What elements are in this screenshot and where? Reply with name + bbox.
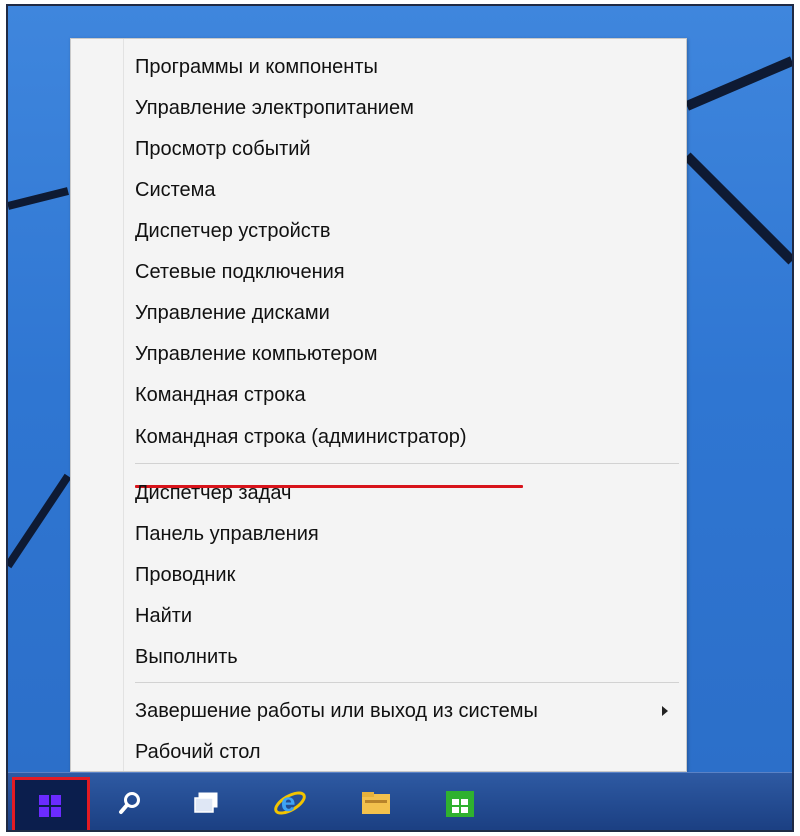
menu-separator [135, 463, 679, 464]
windows-logo-icon [39, 795, 61, 817]
menu-item-search[interactable]: Найти [71, 596, 686, 636]
menu-item-task-manager[interactable]: Диспетчер задач [71, 473, 686, 513]
file-explorer-icon-glyph [362, 792, 390, 814]
menu-item-desktop[interactable]: Рабочий стол [71, 732, 686, 772]
search-icon-glyph [119, 792, 140, 814]
menu-item-power-options[interactable]: Управление электропитанием [71, 88, 686, 128]
menu-item-control-panel[interactable]: Панель управления [71, 514, 686, 554]
context-menu-winx: Программы и компоненты Управление электр… [70, 38, 687, 772]
menu-item-network-connections[interactable]: Сетевые подключения [71, 252, 686, 292]
search-icon[interactable] [110, 783, 150, 823]
internet-explorer-icon[interactable]: e [270, 783, 310, 823]
menu-item-command-prompt-admin[interactable]: Командная строка (администратор) [71, 417, 686, 457]
task-view-icon-glyph [194, 792, 218, 813]
menu-item-event-viewer[interactable]: Просмотр событий [71, 129, 686, 169]
menu-item-run[interactable]: Выполнить [71, 637, 686, 677]
internet-explorer-icon-glyph: e [274, 787, 306, 817]
taskbar: e [8, 772, 792, 830]
start-button[interactable] [12, 777, 90, 830]
menu-item-system[interactable]: Система [71, 170, 686, 210]
store-icon-glyph [446, 791, 474, 817]
submenu-arrow-icon [662, 706, 668, 716]
svg-text:e: e [281, 787, 295, 817]
menu-item-file-explorer[interactable]: Проводник [71, 555, 686, 595]
menu-separator [135, 682, 679, 683]
menu-item-label: Завершение работы или выход из системы [135, 700, 538, 722]
screenshot-frame: Программы и компоненты Управление электр… [6, 4, 794, 832]
menu-item-command-prompt[interactable]: Командная строка [71, 375, 686, 415]
file-explorer-icon[interactable] [356, 783, 396, 823]
menu-item-programs-and-features[interactable]: Программы и компоненты [71, 47, 686, 87]
store-icon[interactable] [440, 783, 480, 823]
menu-item-device-manager[interactable]: Диспетчер устройств [71, 211, 686, 251]
menu-item-shut-down-or-sign-out[interactable]: Завершение работы или выход из системы [71, 691, 686, 731]
menu-item-disk-management[interactable]: Управление дисками [71, 293, 686, 333]
task-view-icon[interactable] [186, 783, 226, 823]
menu-item-computer-management[interactable]: Управление компьютером [71, 334, 686, 374]
